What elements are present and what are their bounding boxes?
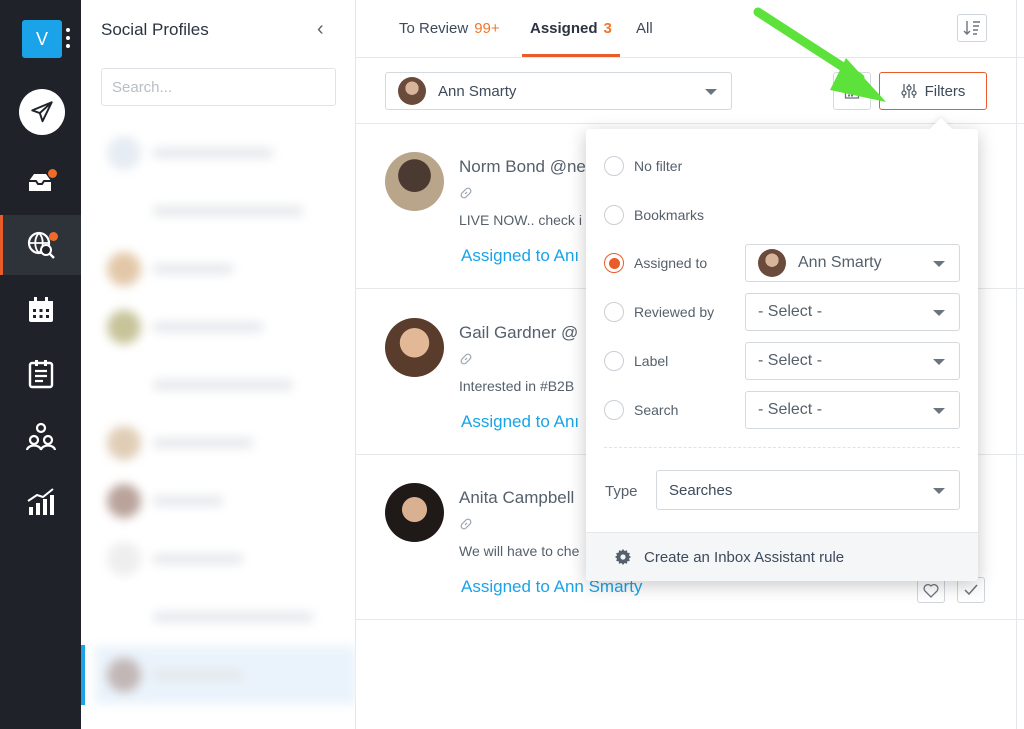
profiles-search-input[interactable] <box>101 68 336 106</box>
list-item[interactable] <box>95 414 356 472</box>
nav-analytics[interactable] <box>0 472 81 532</box>
list-item[interactable] <box>95 588 356 646</box>
panel-title: Social Profiles <box>101 20 209 39</box>
sliders-icon <box>900 84 917 98</box>
nav-planner[interactable] <box>0 344 81 404</box>
selected-indicator <box>81 645 85 705</box>
analytics-icon <box>26 488 54 515</box>
nav-inbox[interactable] <box>0 152 81 212</box>
filter-option-label[interactable]: Label <box>604 342 668 380</box>
filter-option-bookmarks[interactable]: Bookmarks <box>604 196 704 234</box>
chevron-down-icon <box>705 89 717 95</box>
chevron-down-icon <box>933 310 945 316</box>
post-author[interactable]: Norm Bond @ne <box>459 157 586 177</box>
filter-option-no-filter[interactable]: No filter <box>604 147 682 185</box>
review-tabs: To Review 99+ Assigned 3 All <box>356 0 1024 58</box>
filter-option-reviewed-by[interactable]: Reviewed by <box>604 293 714 331</box>
workspace-logo[interactable]: V <box>22 20 62 58</box>
filter-toolbar: Ann Smarty Filters <box>356 58 1024 124</box>
label-select[interactable]: - Select - <box>745 342 960 380</box>
collapse-chevron-icon[interactable]: ‹ <box>317 18 324 41</box>
assigned-label[interactable]: Assigned to Anı <box>461 246 579 266</box>
list-item[interactable] <box>95 646 356 704</box>
gear-icon <box>615 549 631 565</box>
post-text: We will have to che <box>459 543 580 559</box>
list-item[interactable] <box>95 298 356 356</box>
avatar <box>398 77 426 105</box>
tab-all[interactable]: All <box>636 20 653 37</box>
listening-badge <box>49 232 58 241</box>
profiles-list <box>95 124 356 704</box>
nav-publisher[interactable] <box>0 280 81 340</box>
type-label: Type <box>605 483 638 500</box>
annotation-arrow-icon <box>753 7 886 102</box>
radio-button[interactable] <box>604 351 624 371</box>
avatar[interactable] <box>385 483 444 542</box>
tab-count: 3 <box>603 20 612 37</box>
link-icon[interactable] <box>459 186 473 200</box>
search-select[interactable]: - Select - <box>745 391 960 429</box>
heart-icon <box>923 583 939 598</box>
check-icon <box>964 584 978 596</box>
filter-option-search[interactable]: Search <box>604 391 678 429</box>
more-menu-icon[interactable] <box>66 28 70 48</box>
post-author[interactable]: Gail Gardner @ <box>459 323 578 343</box>
chevron-down-icon <box>933 359 945 365</box>
list-item[interactable] <box>95 182 356 240</box>
divider <box>604 447 960 448</box>
link-icon[interactable] <box>459 517 473 531</box>
tab-assigned[interactable]: Assigned 3 <box>522 20 620 57</box>
post-author[interactable]: Anita Campbell <box>459 488 574 508</box>
chevron-down-icon <box>933 488 945 494</box>
type-select[interactable]: Searches <box>656 470 960 510</box>
tab-count: 99+ <box>474 20 500 37</box>
left-nav-rail: V <box>0 0 81 729</box>
nav-team[interactable] <box>0 406 81 466</box>
user-select-value: Ann Smarty <box>438 82 517 100</box>
list-item[interactable] <box>95 124 356 182</box>
list-item[interactable] <box>95 356 356 414</box>
chevron-down-icon <box>933 408 945 414</box>
list-item[interactable] <box>95 240 356 298</box>
sort-icon <box>963 21 980 35</box>
chevron-down-icon <box>933 261 945 267</box>
avatar <box>758 249 786 277</box>
right-border <box>1016 0 1017 729</box>
post-text: LIVE NOW.. check i <box>459 212 582 228</box>
sort-button[interactable] <box>957 14 987 42</box>
avatar[interactable] <box>385 152 444 211</box>
workspace-letter: V <box>35 28 48 49</box>
compose-button[interactable] <box>19 89 65 135</box>
create-rule-button[interactable]: Create an Inbox Assistant rule <box>586 532 978 581</box>
calendar-icon <box>28 297 53 322</box>
assigned-to-select[interactable]: Ann Smarty <box>745 244 960 282</box>
radio-button[interactable] <box>604 205 624 225</box>
radio-button[interactable] <box>604 302 624 322</box>
assigned-label[interactable]: Assigned to Anı <box>461 412 579 432</box>
reviewed-by-select[interactable]: - Select - <box>745 293 960 331</box>
planner-icon <box>28 360 53 389</box>
filters-button[interactable]: Filters <box>879 72 987 110</box>
filters-dropdown: No filter Bookmarks Assigned to Ann Smar… <box>586 117 978 581</box>
social-profiles-panel: Social Profiles ‹ <box>81 0 356 729</box>
link-icon[interactable] <box>459 352 473 366</box>
filter-option-assigned-to[interactable]: Assigned to <box>604 244 707 282</box>
list-item[interactable] <box>95 472 356 530</box>
post-text: Interested in #B2B <box>459 378 575 394</box>
paper-plane-icon <box>31 101 53 123</box>
list-item[interactable] <box>95 530 356 588</box>
inbox-badge <box>48 169 57 178</box>
team-icon <box>25 422 56 451</box>
radio-button[interactable] <box>604 400 624 420</box>
avatar[interactable] <box>385 318 444 377</box>
radio-button[interactable] <box>604 156 624 176</box>
user-select[interactable]: Ann Smarty <box>385 72 732 110</box>
nav-listening[interactable] <box>0 215 81 275</box>
radio-button[interactable] <box>604 253 624 273</box>
tab-to-review[interactable]: To Review 99+ <box>399 20 500 37</box>
